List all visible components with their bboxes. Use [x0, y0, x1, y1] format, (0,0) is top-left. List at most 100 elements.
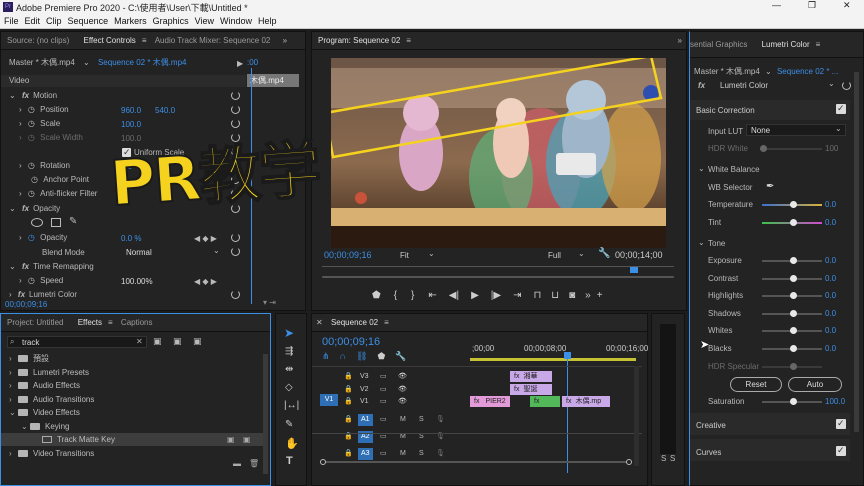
menu-window[interactable]: Window: [220, 14, 252, 29]
sync-lock-icon[interactable]: ▭: [380, 371, 387, 383]
go-to-in-icon[interactable]: ⇤: [428, 290, 436, 301]
basic-correction-checkbox[interactable]: [836, 103, 846, 114]
expand-chevron-icon[interactable]: ›: [19, 276, 22, 285]
mute-icon[interactable]: M: [400, 414, 406, 426]
creative-header[interactable]: Creative: [696, 421, 726, 430]
v1-source-patch[interactable]: V1: [320, 394, 338, 406]
clip-v2[interactable]: fx 聖誕: [510, 384, 552, 395]
expand-chevron-icon[interactable]: ›: [9, 393, 12, 406]
tint-value[interactable]: 0.0: [825, 218, 836, 227]
tone-slider-whites[interactable]: [762, 327, 822, 335]
reset-position-icon[interactable]: [231, 105, 240, 114]
tone-slider-contrast[interactable]: [762, 274, 822, 282]
program-video-frame[interactable]: [331, 58, 666, 248]
add-marker-icon[interactable]: ⬟: [372, 290, 381, 301]
collapse-chevron-icon[interactable]: ⌄: [9, 406, 16, 419]
expand-chevron-icon[interactable]: ›: [19, 119, 22, 128]
position-y-value[interactable]: 540.0: [155, 106, 175, 115]
zoom-scrollbar[interactable]: [322, 276, 674, 278]
reset-lumetri-icon[interactable]: [231, 290, 240, 299]
curves-header[interactable]: Curves: [696, 448, 721, 457]
expand-chevron-icon[interactable]: ›: [9, 447, 12, 460]
timeline-vscroll[interactable]: [634, 366, 639, 466]
filter-icon[interactable]: ▾ ⇥: [263, 298, 276, 307]
export-frame-icon[interactable]: ◙: [569, 290, 575, 301]
chevron-down-icon[interactable]: ⌄: [428, 249, 435, 258]
solo-left-button[interactable]: S: [661, 454, 666, 463]
timeline-timecode[interactable]: 00;00;09;16: [322, 336, 380, 348]
effects-tree-item[interactable]: › Audio Effects: [1, 379, 263, 392]
clip-v1-muou[interactable]: fx 木偶.mp: [562, 396, 610, 407]
fx-icon[interactable]: fx: [22, 204, 29, 213]
extract-icon[interactable]: ⊔: [551, 290, 559, 301]
collapse-chevron-icon[interactable]: ⌄: [9, 204, 16, 213]
program-playhead[interactable]: [630, 267, 638, 273]
tab-project[interactable]: Project: Untitled: [1, 314, 69, 331]
step-forward-icon[interactable]: |▶: [491, 290, 501, 301]
stopwatch-icon[interactable]: ◷: [28, 161, 35, 170]
tab-essential-graphics[interactable]: sential Graphics: [690, 32, 753, 57]
solo-icon[interactable]: S: [419, 414, 424, 426]
effects-tree-item[interactable]: › Audio Transitions: [1, 393, 263, 406]
position-x-value[interactable]: 960.0: [121, 106, 141, 115]
chevron-down-icon[interactable]: ⌄: [578, 249, 585, 258]
slider-knob[interactable]: [790, 274, 797, 282]
solo-icon[interactable]: S: [419, 448, 424, 460]
menu-help[interactable]: Help: [258, 14, 277, 29]
auto-button[interactable]: Auto: [788, 377, 842, 392]
stopwatch-icon[interactable]: ◷: [31, 175, 38, 184]
program-time-ruler[interactable]: [322, 266, 674, 270]
master-clip-label[interactable]: Master * 木偶.mp4: [9, 58, 75, 67]
collapse-chevron-icon[interactable]: ⌄: [698, 238, 705, 247]
expand-chevron-icon[interactable]: ›: [9, 366, 12, 379]
creative-checkbox[interactable]: [836, 418, 846, 429]
temperature-value[interactable]: 0.0: [825, 200, 836, 209]
sync-lock-icon[interactable]: ▭: [380, 396, 387, 408]
tone-slider-blacks[interactable]: [762, 345, 822, 352]
clip-v1-green[interactable]: fx: [530, 396, 560, 407]
search-input[interactable]: track: [22, 338, 39, 347]
tone-slider-shadows[interactable]: [762, 309, 822, 317]
lift-icon[interactable]: ⊓: [533, 290, 541, 301]
effects-tree-item[interactable]: › Video Transitions: [1, 447, 263, 460]
sync-lock-icon[interactable]: ▭: [380, 384, 387, 396]
slider-knob[interactable]: [790, 257, 797, 264]
speed-value[interactable]: 100.00%: [121, 277, 153, 286]
effects-tree-item[interactable]: Track Matte Key ▣ ▣: [1, 433, 263, 446]
tone-slider-highlights[interactable]: [762, 292, 822, 300]
menu-clip[interactable]: Clip: [46, 14, 62, 29]
32bit-effects-icon[interactable]: ▣: [173, 336, 182, 347]
menu-graphics[interactable]: Graphics: [153, 14, 189, 29]
panel-menu-icon[interactable]: ≡: [816, 40, 821, 49]
snap-icon[interactable]: ∩: [340, 351, 346, 361]
panel-menu-icon[interactable]: ≡: [108, 318, 113, 327]
expand-chevron-icon[interactable]: ›: [9, 290, 12, 299]
tab-captions[interactable]: Captions: [115, 314, 159, 331]
chevron-down-icon[interactable]: ⌄: [765, 67, 772, 76]
program-timecode[interactable]: 00;00;09;16: [324, 250, 372, 260]
lock-icon[interactable]: 🔒: [344, 414, 353, 426]
more-panels-icon[interactable]: »: [678, 32, 682, 49]
lumetri-effect-select[interactable]: Lumetri Color: [720, 81, 768, 90]
fx-icon[interactable]: fx: [22, 262, 29, 271]
play-icon[interactable]: ▶: [471, 290, 479, 301]
type-tool-icon[interactable]: T: [286, 455, 293, 467]
opacity-value[interactable]: 0.0 %: [121, 234, 141, 243]
temperature-slider[interactable]: [762, 201, 822, 208]
tab-sequence[interactable]: Sequence 02: [325, 314, 384, 331]
wrench-icon[interactable]: 🔧: [598, 248, 610, 259]
rectangle-mask-icon[interactable]: [51, 218, 61, 227]
accelerated-effects-icon[interactable]: ▣: [153, 336, 162, 347]
tone-value-whites[interactable]: 0.0: [825, 326, 836, 335]
maximize-button[interactable]: ❐: [808, 0, 816, 11]
track-label-a3[interactable]: A3: [358, 448, 373, 460]
ellipse-mask-icon[interactable]: [31, 218, 43, 227]
mic-icon[interactable]: 🎙: [436, 414, 445, 426]
menu-edit[interactable]: Edit: [25, 14, 41, 29]
expand-chevron-icon[interactable]: ›: [19, 105, 22, 114]
chevron-down-icon[interactable]: ⌄: [83, 58, 90, 67]
timeline-settings-icon[interactable]: 🔧: [395, 351, 406, 361]
expand-chevron-icon[interactable]: ›: [19, 161, 22, 170]
stopwatch-icon[interactable]: ◷: [28, 276, 35, 285]
linked-selection-icon[interactable]: ⛓: [356, 351, 367, 361]
